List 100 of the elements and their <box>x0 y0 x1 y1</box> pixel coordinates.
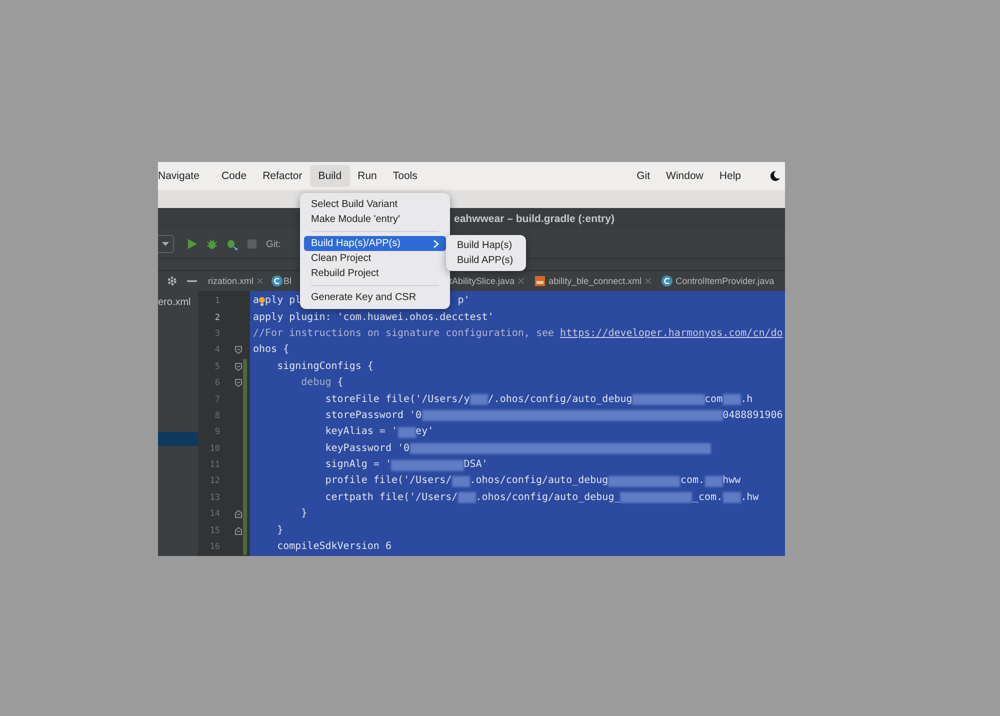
line-number: 9 <box>214 427 220 438</box>
fold-icon[interactable] <box>235 510 242 518</box>
code-text: .h <box>740 394 753 406</box>
menu-item[interactable]: Build Hap(s) <box>450 238 522 253</box>
code-text: .ohos/config/auto_debug <box>470 475 608 488</box>
menu-item[interactable]: Window <box>658 165 712 187</box>
menu-item[interactable]: Make Module 'entry' <box>304 212 446 227</box>
redacted-text <box>704 476 723 487</box>
line-number: 7 <box>214 394 220 405</box>
code-text: compileSdkVersion 6 <box>276 541 392 554</box>
line-number: 11 <box>208 460 220 470</box>
menu-item[interactable]: Generate Key and CSR <box>304 290 446 305</box>
code-text: com <box>704 394 723 406</box>
caret-icon <box>162 242 169 246</box>
code-text: ohos { <box>253 344 290 356</box>
line-number: 3 <box>214 328 220 339</box>
redacted-text <box>398 426 416 438</box>
editor-tab[interactable]: tAbilitySlice.java <box>444 271 529 291</box>
tab-label: rization.xml <box>208 276 254 286</box>
menu-item[interactable]: Run <box>350 165 385 187</box>
redacted-text <box>458 492 476 504</box>
layout-file-icon <box>534 275 546 287</box>
code-text: hww <box>722 475 741 488</box>
line-number: 14 <box>208 509 220 520</box>
code-text: com. <box>680 475 705 488</box>
redacted-text <box>470 394 488 406</box>
code-text: } <box>300 508 308 520</box>
run-icon[interactable] <box>186 238 198 250</box>
window-title: eahwwear – build.gradle (:entry) <box>454 213 614 225</box>
menu-item[interactable]: Build <box>310 165 350 187</box>
code-comment: //For instructions on signature configuration, see <box>253 328 556 340</box>
code-text: storeFile file('/Users/y <box>324 394 470 406</box>
line-number: 10 <box>208 444 220 454</box>
fold-icon[interactable] <box>235 526 242 535</box>
code-text: profile file('/Users/ <box>324 475 452 488</box>
bug-icon[interactable] <box>206 238 218 250</box>
menu-item[interactable]: Code <box>213 165 255 187</box>
line-number: 2 <box>214 312 220 323</box>
vcs-label: Git: <box>266 238 281 250</box>
code-text: { <box>336 377 344 390</box>
line-number: 13 <box>208 492 220 503</box>
fold-icon[interactable] <box>235 346 242 354</box>
tab-label: tAbilitySlice.java <box>450 276 515 286</box>
configuration-dropdown[interactable] <box>158 235 174 253</box>
editor-tab[interactable]: Bl <box>268 271 292 291</box>
code-text: keyAlias = ' <box>324 426 398 438</box>
menu-item[interactable]: Select Build Variant <box>304 197 446 212</box>
line-number: 15 <box>208 526 220 536</box>
close-icon[interactable] <box>256 278 263 284</box>
fold-icon[interactable] <box>235 362 242 371</box>
line-number: 6 <box>214 378 220 388</box>
code-text: _com. <box>692 492 723 504</box>
code-text: .ohos/config/auto_debug_ <box>476 492 620 504</box>
code-text: .hw <box>740 492 759 504</box>
code-text: keyPassword '0 <box>324 442 410 455</box>
menu-item[interactable]: Git <box>628 165 658 187</box>
code-link[interactable]: https://developer.harmonyos.com/cn/do <box>560 328 783 340</box>
line-number: 8 <box>214 410 220 421</box>
menu-item[interactable]: Rebuild Project <box>304 266 446 281</box>
moon-icon[interactable] <box>769 170 781 182</box>
code-text: 0488891906 <box>722 410 783 422</box>
menu-item[interactable]: Help <box>711 165 749 187</box>
class-icon <box>270 275 283 287</box>
editor-tab[interactable]: rization.xml <box>206 271 268 291</box>
code-text: p' <box>458 295 470 308</box>
menu-item[interactable]: Tools <box>384 165 426 187</box>
code-text: storePassword '0 <box>324 410 422 422</box>
code-text: } <box>276 524 284 537</box>
code-text: a <box>253 295 260 308</box>
menu-item[interactable]: Build APP(s) <box>450 253 522 268</box>
code-text: certpath file('/Users/ <box>324 492 458 504</box>
redacted-text <box>452 476 470 487</box>
menu-item[interactable]: Refactor <box>254 165 310 187</box>
tab-label: ControlItemProvider.java <box>676 276 774 286</box>
fold-icon[interactable] <box>235 379 242 388</box>
redacted-text <box>722 492 741 504</box>
menu-item[interactable]: Build Hap(s)/APP(s) <box>304 236 446 251</box>
line-number: 5 <box>214 362 220 372</box>
code-text: DSA' <box>464 459 488 472</box>
code-text: /.ohos/config/auto_debug <box>488 394 632 406</box>
menu-item[interactable]: Navigate <box>158 165 208 187</box>
line-number: 12 <box>208 476 220 486</box>
tab-label: Bl <box>284 276 292 286</box>
menu-item[interactable]: Clean Project <box>304 251 446 266</box>
chevron-icon <box>433 240 439 248</box>
line-number: 4 <box>214 345 220 356</box>
editor-tab[interactable]: ControlItemProvider.java <box>656 271 780 291</box>
code-text: debug <box>300 377 332 390</box>
code-text: signingConfigs { <box>276 360 374 373</box>
tab-label: ability_ble_connect.xml <box>548 276 642 286</box>
code-text: ey' <box>416 426 434 438</box>
close-icon[interactable] <box>518 278 524 284</box>
lightbulb-icon[interactable] <box>259 295 266 308</box>
line-number: 16 <box>208 542 220 552</box>
settings-icon[interactable] <box>166 275 178 287</box>
editor-tab[interactable]: ability_ble_connect.xml <box>528 271 656 291</box>
close-icon[interactable] <box>644 278 651 284</box>
attach-bug-icon[interactable] <box>226 238 238 250</box>
tree-row[interactable]: ero.xml <box>158 295 198 312</box>
code-text: ply pl <box>265 295 302 308</box>
